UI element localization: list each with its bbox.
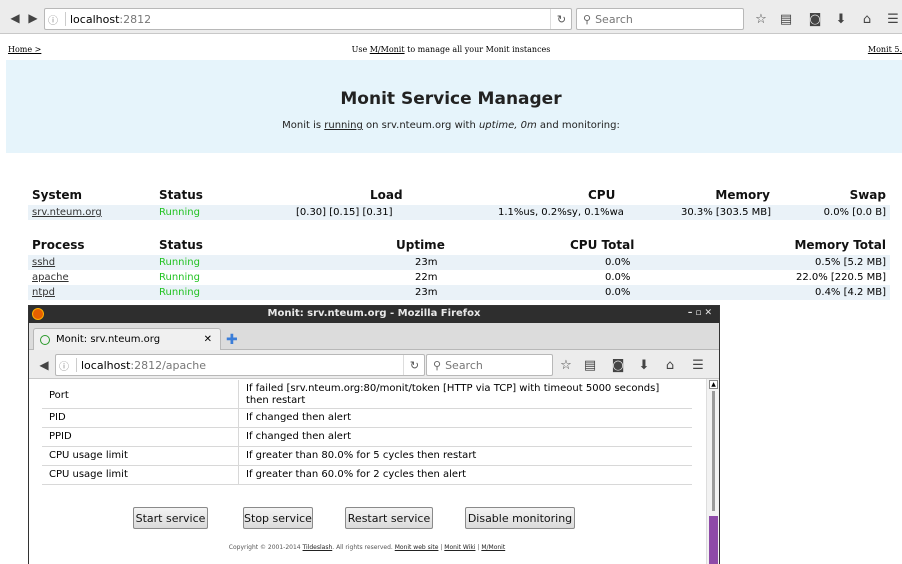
pocket-icon[interactable]: ◙ [806,10,824,28]
tab-monit[interactable]: Monit: srv.nteum.org ✕ [33,328,221,350]
url-bar[interactable]: ⓘ localhost:2812/apache ↻ [55,354,425,376]
process-link-ntpd[interactable]: ntpd [32,287,55,298]
tildeslash-link[interactable]: Tildeslash [303,544,333,551]
info-icon[interactable]: ⓘ [56,358,72,373]
search-input[interactable]: ⚲ Search [426,354,553,376]
back-icon[interactable]: ◀ [35,356,53,374]
system-table: System Status Load CPU Memory Swap srv.n… [28,185,890,220]
system-name-link[interactable]: srv.nteum.org [32,207,102,218]
monit-nav: Home > Use M/Monit to manage all your Mo… [0,40,902,60]
bookmark-star-icon[interactable]: ☆ [557,356,575,374]
mmonit-footer-link[interactable]: M/Monit [481,544,505,551]
pocket-icon[interactable]: ◙ [609,356,627,374]
table-row: srv.nteum.org Running [0.30] [0.15] [0.3… [28,205,890,220]
search-icon: ⚲ [583,12,592,26]
monit-version-link[interactable]: Monit 5. [868,45,902,54]
stop-service-button[interactable]: Stop service [243,507,313,529]
status-badge: Running [159,207,200,218]
status-line: Monit is running on srv.nteum.org with u… [282,120,620,131]
url-bar[interactable]: ⓘ localhost:2812 ↻ [44,8,572,30]
hero-banner: Monit Service Manager Monit is running o… [6,60,902,153]
url-host: localhost [81,358,131,372]
table-row: apache Running 22m 0.0% 22.0% [220.5 MB] [32,272,886,283]
reading-list-icon[interactable]: ▤ [777,10,795,28]
downloads-icon[interactable]: ⬇ [832,10,850,28]
bookmark-star-icon[interactable]: ☆ [752,10,770,28]
start-service-button[interactable]: Start service [133,507,208,529]
firefox-window: Monit: srv.nteum.org - Mozilla Firefox –… [28,305,720,564]
url-path: :2812/apache [130,358,207,372]
site-globe-icon [40,334,50,345]
search-input[interactable]: ⚲ Search [576,8,744,30]
home-icon[interactable]: ⌂ [661,356,679,374]
rules-table: Port If failed [srv.nteum.org:80/monit/t… [42,380,692,485]
disable-monitoring-button[interactable]: Disable monitoring [465,507,575,529]
table-row: sshd Running 23m 0.0% 0.5% [5.2 MB] [28,255,890,270]
page-content: Port If failed [srv.nteum.org:80/monit/t… [29,379,705,564]
status-badge: Running [159,272,200,283]
menu-icon[interactable]: ☰ [884,10,902,28]
mmonit-promo: Use M/Monit to manage all your Monit ins… [351,45,551,54]
monit-wiki-link[interactable]: Monit Wiki [444,544,475,551]
url-path: :2812 [119,12,152,26]
window-titlebar[interactable]: Monit: srv.nteum.org - Mozilla Firefox –… [29,306,719,323]
process-link-apache[interactable]: apache [32,272,69,283]
menu-icon[interactable]: ☰ [689,356,707,374]
process-link-sshd[interactable]: sshd [32,257,55,268]
mmonit-link[interactable]: M/Monit [370,45,405,54]
forward-icon[interactable]: ▶ [24,9,42,27]
back-icon[interactable]: ◀ [6,9,24,27]
process-table-header: Process Status Uptime CPU Total Memory T… [32,238,886,252]
table-row: CPU usage limit If greater than 60.0% fo… [42,466,692,485]
close-tab-icon[interactable]: ✕ [204,334,212,345]
new-tab-icon[interactable]: ✚ [226,332,238,348]
fx-toolbar: ◀ ⓘ localhost:2812/apache ↻ ⚲ Search ☆ ▤… [29,350,719,379]
browser-toolbar: ◀ ▶ ⓘ localhost:2812 ↻ ⚲ Search ☆ ▤ ◙ ⬇ … [0,0,902,34]
tab-strip: Monit: srv.nteum.org ✕ ✚ [29,323,719,350]
page-title: Monit Service Manager [340,89,562,109]
scrollbar-thumb[interactable] [709,516,718,564]
process-table: Process Status Uptime CPU Total Memory T… [28,235,890,300]
reload-icon[interactable]: ↻ [550,9,572,29]
status-badge: Running [159,257,200,268]
reading-list-icon[interactable]: ▤ [581,356,599,374]
monit-web-site-link[interactable]: Monit web site [395,544,439,551]
status-badge: Running [159,287,200,298]
system-table-header: System Status Load CPU Memory Swap [32,188,886,202]
search-placeholder: Search [445,358,483,372]
downloads-icon[interactable]: ⬇ [635,356,653,374]
vertical-scrollbar[interactable]: ▲ [706,379,719,564]
table-row: Port If failed [srv.nteum.org:80/monit/t… [42,380,692,409]
window-controls-icon[interactable]: –▫✕ [688,308,715,318]
table-row: PPID If changed then alert [42,428,692,447]
home-icon[interactable]: ⌂ [858,10,876,28]
reload-icon[interactable]: ↻ [403,355,425,375]
info-icon[interactable]: ⓘ [45,12,61,27]
scroll-up-icon[interactable]: ▲ [709,380,718,389]
search-icon: ⚲ [433,358,442,372]
tab-label: Monit: srv.nteum.org [56,334,161,345]
copyright-footer: Copyright © 2001-2014 Tildeslash. All ri… [228,544,506,551]
running-link[interactable]: running [324,120,363,131]
table-row: ntpd Running 23m 0.0% 0.4% [4.2 MB] [28,285,890,300]
url-host: localhost [70,12,120,26]
search-placeholder: Search [595,12,633,26]
restart-service-button[interactable]: Restart service [345,507,433,529]
window-title: Monit: srv.nteum.org - Mozilla Firefox [267,308,481,319]
table-row: PID If changed then alert [42,409,692,428]
table-row: CPU usage limit If greater than 80.0% fo… [42,447,692,466]
